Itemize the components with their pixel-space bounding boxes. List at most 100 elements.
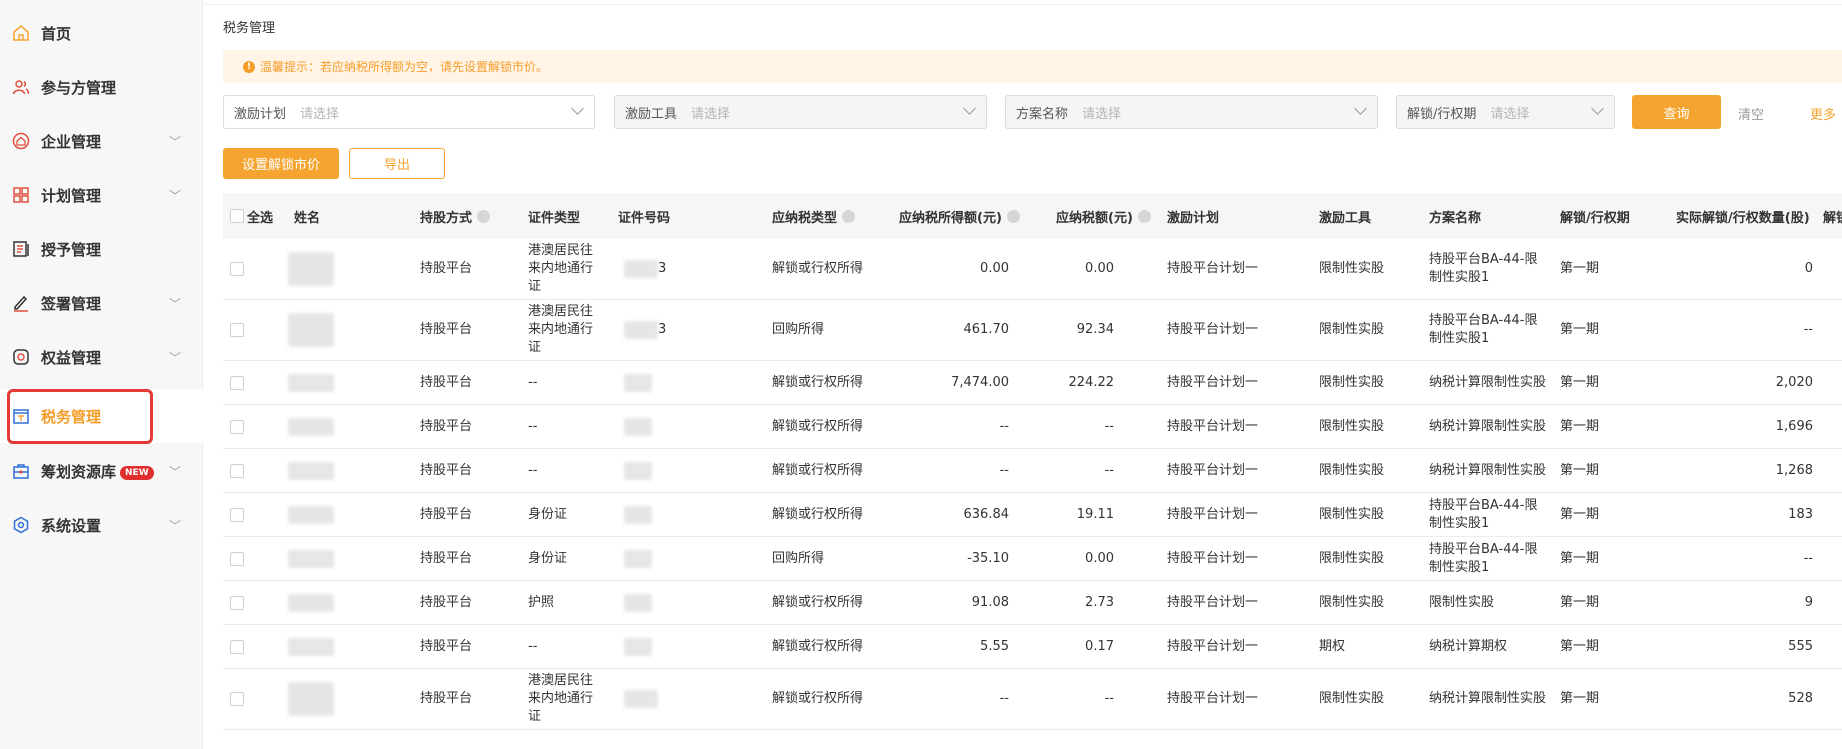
sidebar-item-settings[interactable]: 系统设置 ﹀ [0,498,203,552]
row-checkbox[interactable] [230,507,244,522]
table-row[interactable]: 持股平台 港澳居民往来内地通行证 解锁或行权所得 -- -- 持股平台计划一 限制性实股 纳税… [223,669,1842,730]
cell-tax-type: 解锁或行权所得 [772,506,864,522]
cell-hold-method: 持股平台 [420,638,473,654]
cell-unlock-period: 第一期 [1560,638,1600,654]
row-checkbox[interactable] [230,323,244,337]
redacted-id [624,549,652,568]
row-checkbox[interactable] [230,551,244,566]
cell-hold-method: 持股平台 [420,374,473,390]
col-actual-qty: 实际解锁/行权数量(股) [1676,210,1810,226]
chevron-down-icon [963,102,976,115]
row-select[interactable] [230,405,244,448]
cell-scheme-name: 纳税计算限制性实股 [1429,418,1547,434]
cell-scheme-name: 纳税计算限制性实股 [1429,691,1547,706]
cell-name [288,405,334,448]
redacted-id [624,417,652,436]
table-row[interactable]: 持股平台 护照 解锁或行权所得 91.08 2.73 持股平台计划一 限制性实股 限制性实股 第… [223,581,1842,625]
redacted-name [288,505,334,524]
cell-taxable-income: -- [999,691,1009,706]
row-select[interactable] [230,493,244,536]
row-select[interactable] [230,669,244,729]
row-checkbox[interactable] [230,692,244,706]
filter-incentive-plan[interactable]: 激励计划 请选择 [223,95,595,129]
table-row[interactable]: 持股平台 港澳居民往来内地通行证 3 回购所得 461.70 92.34 持股平台计划一 限制… [223,300,1842,361]
col-id-number: 证件号码 [618,210,671,226]
home-icon [12,24,30,42]
sidebar-item-participants[interactable]: 参与方管理 [0,60,203,114]
sidebar-item-label: 授予管理 [41,240,102,259]
cell-incentive-plan: 持股平台计划一 [1167,691,1259,706]
sidebar-item-grants[interactable]: 授予管理 [0,222,203,276]
filter-incentive-tool[interactable]: 激励工具 请选择 [614,95,987,129]
row-select[interactable] [230,449,244,492]
info-icon[interactable] [1137,209,1151,223]
cell-id-type: 港澳居民往来内地通行证 [528,304,594,355]
row-checkbox[interactable] [230,262,244,276]
chevron-down-icon [571,102,584,115]
query-button[interactable]: 查询 [1632,95,1721,129]
cell-scheme-name: 持股平台BA-44-限制性实股1 [1429,252,1538,285]
redacted-id [624,637,652,656]
sidebar-item-equity[interactable]: 权益管理 ﹀ [0,330,203,384]
row-select[interactable] [230,537,244,580]
cell-incentive-tool: 限制性实股 [1319,261,1385,276]
main-content: 税务管理 ! 温馨提示：若应纳税所得额为空，请先设置解锁市价。 激励计划 请选择… [204,0,1842,749]
row-select[interactable] [230,361,244,404]
sidebar-item-plans[interactable]: 计划管理 ﹀ [0,168,203,222]
table-row[interactable]: 持股平台 身份证 解锁或行权所得 636.84 19.11 持股平台计划一 限制性实股 持股平… [223,493,1842,537]
chevron-down-icon [1354,102,1367,115]
chevron-down-icon: ﹀ [169,134,182,149]
redacted-name [288,637,334,656]
col-id-type: 证件类型 [528,210,581,226]
redacted-id [624,690,658,708]
sidebar-item-resources[interactable]: 筹划资源库 NEW ﹀ [0,444,203,498]
cell-name [288,493,334,536]
cell-actual-qty: -- [1803,322,1813,337]
sidebar-item-signing[interactable]: 签署管理 ﹀ [0,276,203,330]
row-checkbox[interactable] [230,375,244,390]
table-row[interactable]: 持股平台 港澳居民往来内地通行证 3 解锁或行权所得 0.00 0.00 持股平台计划一 限制… [223,239,1842,300]
select-all-checkbox[interactable] [230,209,244,223]
table-row[interactable]: 持股平台 -- 解锁或行权所得 -- -- 持股平台计划一 限制性实股 纳税计算限制性实股 第一… [223,405,1842,449]
col-hold-method: 持股方式 [420,193,491,239]
info-icon[interactable] [842,209,856,223]
row-checkbox[interactable] [230,639,244,654]
cell-incentive-tool: 限制性实股 [1319,462,1385,478]
cell-incentive-tool: 限制性实股 [1319,506,1385,522]
sidebar-item-home[interactable]: 首页 [0,6,203,60]
more-button[interactable]: 更多 [1810,104,1836,123]
cell-actual-qty: 2,020 [1775,374,1813,390]
clear-button[interactable]: 清空 [1738,104,1764,123]
row-checkbox[interactable] [230,419,244,434]
cell-scheme-name: 纳税计算期权 [1429,638,1508,654]
table-row[interactable]: 持股平台 -- 解锁或行权所得 -- -- 持股平台计划一 限制性实股 纳税计算限制性实股 第一… [223,449,1842,493]
row-checkbox[interactable] [230,463,244,478]
redacted-id [624,461,652,480]
row-select[interactable] [230,625,244,668]
chevron-down-icon: ﹀ [169,518,182,533]
cell-id-type: 护照 [528,594,555,610]
filter-scheme-name[interactable]: 方案名称 请选择 [1005,95,1378,129]
export-button[interactable]: 导出 [349,148,445,179]
col-incentive-plan: 激励计划 [1167,210,1220,226]
row-select[interactable] [230,239,244,299]
table-row[interactable]: 持股平台 -- 解锁或行权所得 7,474.00 224.22 持股平台计划一 限制性实股 纳… [223,361,1842,405]
cell-incentive-plan: 持股平台计划一 [1167,506,1259,522]
row-select[interactable] [230,300,244,360]
sidebar-item-enterprise[interactable]: 企业管理 ﹀ [0,114,203,168]
users-icon [12,78,30,96]
table-row[interactable]: 持股平台 身份证 回购所得 -35.10 0.00 持股平台计划一 限制性实股 持股平台BA-… [223,537,1842,581]
equity-icon [12,348,30,366]
cell-hold-method: 持股平台 [420,691,473,706]
cell-tax-type: 解锁或行权所得 [772,638,864,654]
cell-name [288,581,334,624]
info-icon[interactable] [1006,209,1020,223]
info-icon[interactable] [477,209,491,223]
table-row[interactable]: 持股平台 -- 解锁或行权所得 5.55 0.17 持股平台计划一 期权 纳税计算期权 第一期 5… [223,625,1842,669]
select-all[interactable]: 全选 [230,193,273,239]
row-checkbox[interactable] [230,595,244,610]
filter-unlock-period[interactable]: 解锁/行权期 请选择 [1396,95,1615,129]
row-select[interactable] [230,581,244,624]
cell-scheme-name: 持股平台BA-44-限制性实股1 [1429,541,1538,575]
set-unlock-price-button[interactable]: 设置解锁市价 [223,148,339,179]
